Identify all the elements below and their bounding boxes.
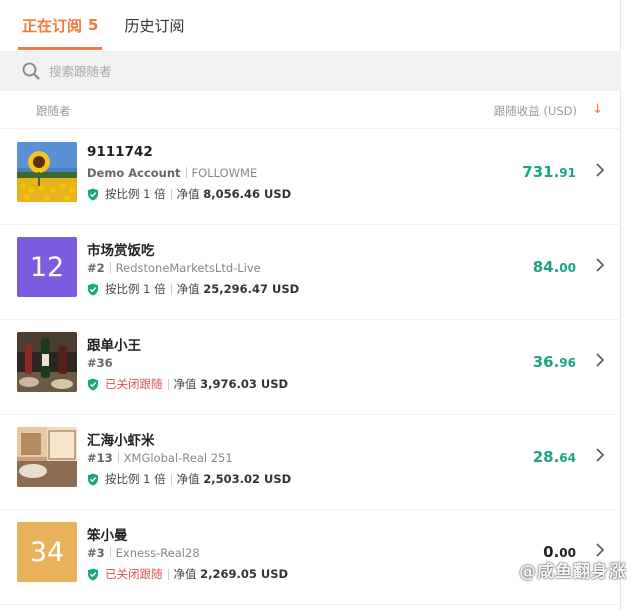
follower-row[interactable]: 9111742 Demo Account FOLLOWME 按比例 1 倍净值 8… (0, 130, 621, 225)
chevron-right-icon[interactable] (595, 447, 605, 463)
follow-ratio: 按比例 1 倍 (105, 472, 166, 486)
net-value: 2,503.02 USD (203, 472, 292, 486)
broker-server: XMGlobal-Real 251 (123, 451, 233, 465)
avatar-number: 12 (29, 251, 65, 283)
shield-check-icon (88, 188, 98, 200)
search-bar (0, 51, 621, 91)
follower-account-line: #2 RedstoneMarketsLtd-Live (87, 261, 261, 275)
follower-name: 跟单小王 (87, 338, 141, 354)
follow-status-line: 已关闭跟随 净值 3,976.03 USD (87, 376, 288, 392)
profit-value: 28.64 (533, 448, 576, 466)
profit-value: 731.91 (522, 163, 576, 181)
follower-account-line: #13 XMGlobal-Real 251 (87, 451, 233, 465)
net-value: 25,296.47 USD (203, 282, 300, 296)
follow-status-line: 已关闭跟随 净值 2,269.05 USD (87, 566, 288, 582)
profit-decimal: 00 (559, 261, 576, 275)
watermark: @咸鱼翻身涨 (519, 562, 627, 582)
account-badge: Demo Account (87, 166, 181, 180)
net-value-label: 净值 (176, 187, 200, 201)
subscription-panel: 正在订阅 5 历史订阅 跟随者 跟随收益 (USD) ↓ (0, 0, 621, 610)
follower-name: 9111742 (87, 144, 153, 160)
follow-status-line: 按比例 1 倍净值 25,296.47 USD (87, 281, 299, 297)
follow-ratio: 按比例 1 倍 (105, 282, 166, 296)
divider (109, 547, 111, 558)
avatar (17, 142, 77, 202)
column-header: 跟随者 跟随收益 (USD) ↓ (0, 91, 621, 129)
follower-name: 汇海小虾米 (87, 433, 155, 449)
avatar (17, 332, 77, 392)
tab-active-subscriptions[interactable]: 正在订阅 5 (18, 0, 103, 50)
net-value: 2,269.05 USD (200, 567, 289, 581)
follower-name: 市场赏饭吃 (87, 243, 155, 259)
net-value: 3,976.03 USD (200, 377, 289, 391)
sunflower-photo-icon (17, 142, 77, 202)
account-badge: #2 (87, 261, 105, 275)
avatar-number: 34 (29, 536, 65, 568)
profit-value: 36.96 (533, 353, 576, 371)
sort-arrow-icon[interactable]: ↓ (592, 102, 603, 117)
divider (109, 262, 111, 273)
tab-history-subscriptions[interactable]: 历史订阅 (124, 0, 184, 50)
account-badge: #36 (87, 356, 113, 370)
follower-row[interactable]: 汇海小虾米 #13 XMGlobal-Real 251 按比例 1 倍净值 2,5… (0, 415, 621, 510)
profit-integer: 28. (532, 448, 560, 466)
tab-active-label: 正在订阅 (22, 16, 83, 35)
avatar: 12 (17, 237, 77, 297)
net-value-label: 净值 (176, 472, 200, 486)
column-follower: 跟随者 (36, 104, 71, 118)
avatar (17, 427, 77, 487)
follower-account-line: #36 (87, 356, 113, 370)
follow-status-line: 按比例 1 倍净值 8,056.46 USD (87, 186, 291, 202)
net-value-label: 净值 (173, 567, 197, 581)
profit-integer: 36. (532, 353, 560, 371)
chevron-right-icon[interactable] (595, 162, 605, 178)
follower-account-line: Demo Account FOLLOWME (87, 166, 257, 180)
search-icon[interactable] (22, 62, 40, 80)
divider (117, 452, 119, 463)
chevron-right-icon[interactable] (595, 542, 605, 558)
divider (185, 167, 187, 178)
profit-integer: 731. (522, 163, 560, 181)
broker-server: RedstoneMarketsLtd-Live (115, 261, 261, 275)
account-badge: #13 (87, 451, 113, 465)
follow-status-closed: 已关闭跟随 (105, 567, 163, 581)
follower-row[interactable]: 12 市场赏饭吃 #2 RedstoneMarketsLtd-Live 按比例 1… (0, 225, 621, 320)
follower-row[interactable]: 跟单小王 #36 已关闭跟随 净值 3,976.03 USD 36.96 (0, 320, 621, 415)
column-profit[interactable]: 跟随收益 (USD) (494, 103, 577, 119)
shield-check-icon (88, 473, 98, 485)
profit-value: 84.00 (533, 258, 576, 276)
shield-check-icon (88, 378, 98, 390)
follower-account-line: #3 Exness-Real28 (87, 546, 200, 560)
tab-active-count: 5 (88, 16, 99, 34)
broker-server: Exness-Real28 (115, 546, 200, 560)
follow-status-closed: 已关闭跟随 (105, 377, 163, 391)
divider (170, 283, 172, 295)
divider (167, 378, 169, 390)
dinner-photo-icon (17, 332, 77, 392)
broker-server: FOLLOWME (191, 166, 258, 180)
shield-check-icon (88, 283, 98, 295)
divider (170, 188, 172, 200)
tab-bar: 正在订阅 5 历史订阅 (0, 0, 621, 50)
chevron-right-icon[interactable] (595, 257, 605, 273)
follow-status-line: 按比例 1 倍净值 2,503.02 USD (87, 471, 291, 487)
net-value: 8,056.46 USD (203, 187, 292, 201)
tab-history-label: 历史订阅 (124, 16, 185, 35)
follow-ratio: 按比例 1 倍 (105, 187, 166, 201)
search-input[interactable] (49, 63, 549, 79)
profit-decimal: 64 (559, 451, 576, 465)
net-value-label: 净值 (176, 282, 200, 296)
profit-integer: 84. (532, 258, 560, 276)
follower-name: 笨小曼 (87, 528, 128, 544)
profit-decimal: 91 (559, 166, 576, 180)
net-value-label: 净值 (173, 377, 197, 391)
room-photo-icon (17, 427, 77, 487)
profit-decimal: 96 (559, 356, 576, 370)
divider (167, 568, 169, 580)
shield-check-icon (88, 568, 98, 580)
account-badge: #3 (87, 546, 105, 560)
avatar: 34 (17, 522, 77, 582)
chevron-right-icon[interactable] (595, 352, 605, 368)
divider (170, 473, 172, 485)
